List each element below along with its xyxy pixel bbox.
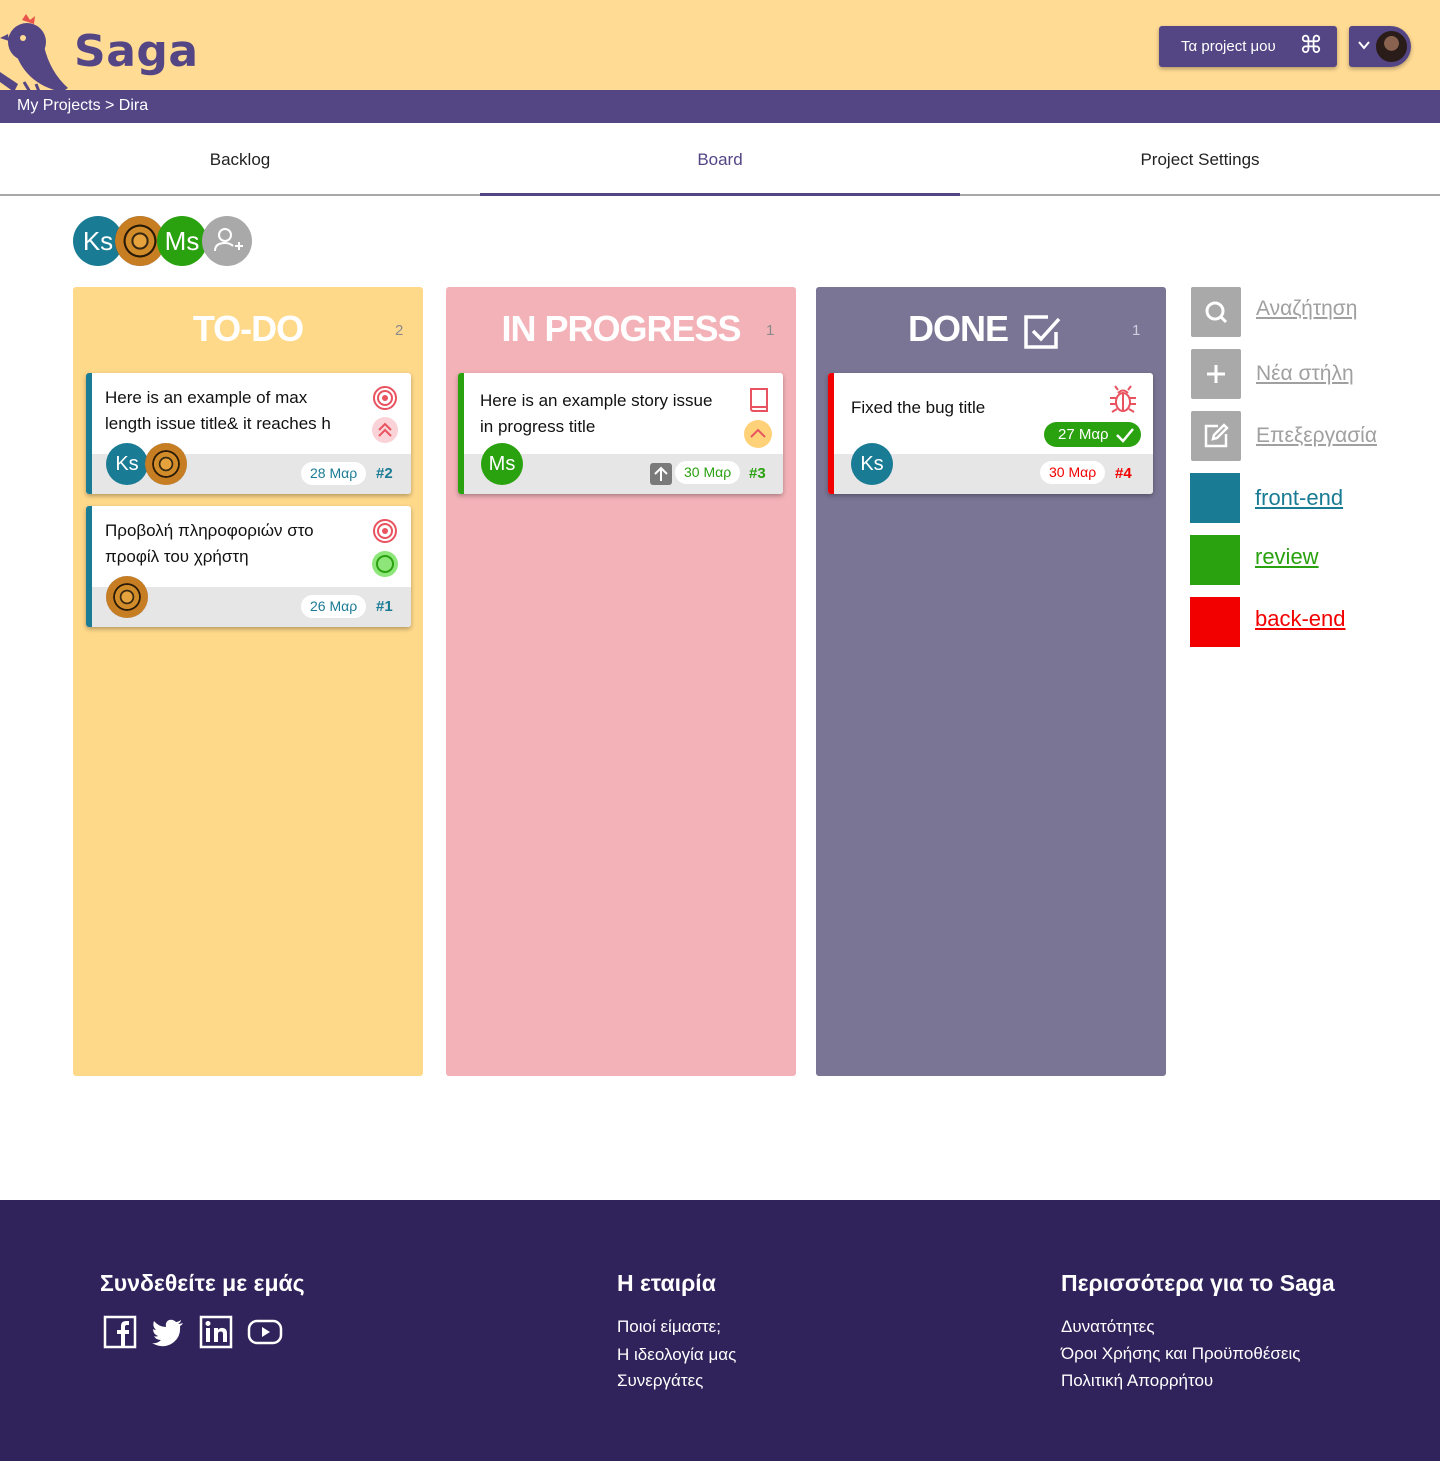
assignee-avatar-photo: [106, 576, 148, 618]
logo-text: Saga: [74, 26, 199, 77]
assignee-avatar-ms: Ms: [481, 443, 523, 485]
issue-number: #3: [749, 465, 766, 482]
issue-number: #4: [1115, 465, 1132, 482]
chevron-down-icon: [1358, 41, 1370, 50]
due-date-pill: 30 Μαρ: [675, 461, 741, 484]
column-title-done: DONE: [907, 308, 1009, 349]
project-tabs: Backlog Board Project Settings: [0, 123, 1440, 196]
column-count-in-progress: 1: [766, 322, 775, 339]
footer-link-privacy[interactable]: Πολιτική Απορρήτου: [1061, 1371, 1213, 1391]
add-user-icon: [214, 228, 243, 252]
label-swatch-back-end[interactable]: [1190, 597, 1240, 647]
plus-icon: [1207, 365, 1225, 383]
due-date-pill: 28 Μαρ: [301, 462, 367, 485]
footer-link-ideology[interactable]: Η ιδεολογία μας: [617, 1345, 736, 1365]
twitter-icon[interactable]: [151, 1315, 185, 1349]
priority-medium-icon: [372, 551, 398, 577]
edit-icon: [1204, 423, 1229, 448]
label-swatch-review[interactable]: [1190, 535, 1240, 585]
move-up-icon: [650, 463, 672, 485]
top-header: Saga Τα project μου ⌘: [0, 0, 1440, 95]
epic-target-icon: [373, 519, 397, 543]
completed-date: 27 Μαρ: [1058, 426, 1109, 443]
due-date-pill: 26 Μαρ: [301, 595, 367, 618]
issue-card-3[interactable]: Here is an example story issue in progre…: [458, 373, 783, 494]
column-title-todo: TO-DO: [192, 308, 304, 349]
new-column-button[interactable]: [1191, 349, 1241, 399]
saga-logo[interactable]: Saga: [0, 8, 200, 95]
priority-high-icon: [744, 420, 772, 448]
edit-button[interactable]: [1191, 411, 1241, 461]
youtube-icon[interactable]: [247, 1315, 283, 1349]
assignee-avatar-ks: Ks: [851, 443, 893, 485]
user-avatar: [1374, 29, 1409, 64]
my-projects-label: Τα project μου: [1181, 38, 1276, 55]
label-back-end[interactable]: back-end: [1255, 606, 1346, 632]
tab-project-settings[interactable]: Project Settings: [960, 123, 1440, 196]
command-icon: ⌘: [1299, 32, 1323, 59]
label-front-end[interactable]: front-end: [1255, 485, 1343, 511]
breadcrumb[interactable]: My Projects > Dira: [0, 90, 1440, 123]
issue-card-2[interactable]: Here is an example of max length issue t…: [86, 373, 411, 494]
footer-more-title: Περισσότερα για το Saga: [1061, 1270, 1335, 1296]
search-icon: [1205, 301, 1228, 324]
story-book-icon: [750, 388, 768, 412]
issue-title: Here is an example of max length issue t…: [105, 388, 331, 433]
assignee-avatar-ks: Ks: [106, 443, 148, 485]
label-review[interactable]: review: [1255, 544, 1319, 570]
priority-highest-icon: [372, 417, 398, 443]
add-member-button[interactable]: [202, 216, 252, 266]
my-projects-button[interactable]: Τα project μου ⌘: [1159, 26, 1337, 67]
label-swatch-front-end[interactable]: [1190, 473, 1240, 523]
footer-link-features[interactable]: Δυνατότητες: [1061, 1317, 1155, 1337]
tab-backlog[interactable]: Backlog: [0, 123, 480, 196]
facebook-icon[interactable]: [103, 1315, 137, 1349]
site-footer: Συνδεθείτε με εμάς Η εταιρία Ποιοί είμασ…: [0, 1200, 1440, 1461]
issue-number: #1: [376, 598, 393, 615]
completed-date-badge: 27 Μαρ: [1044, 422, 1141, 447]
search-button[interactable]: [1191, 287, 1241, 337]
user-menu-button[interactable]: [1349, 26, 1411, 67]
due-date-pill: 30 Μαρ: [1040, 461, 1106, 484]
column-count-done: 1: [1132, 322, 1141, 339]
issue-number: #2: [376, 465, 393, 482]
footer-link-about[interactable]: Ποιοί είμαστε;: [617, 1317, 721, 1337]
bug-icon: [1110, 385, 1136, 413]
footer-link-partners[interactable]: Συνεργάτες: [617, 1371, 703, 1391]
assignee-avatar-photo: [145, 443, 187, 485]
footer-connect-title: Συνδεθείτε με εμάς: [100, 1270, 305, 1296]
linkedin-icon[interactable]: [199, 1315, 233, 1349]
footer-company-title: Η εταιρία: [617, 1270, 716, 1296]
checkbox-checked-icon: [1024, 315, 1061, 349]
issue-title: Προβολή πληροφοριών στο προφίλ του χρήστ…: [105, 521, 314, 566]
issue-title: Fixed the bug title: [851, 398, 986, 417]
issue-card-1[interactable]: Προβολή πληροφοριών στο προφίλ του χρήστ…: [86, 506, 411, 627]
issue-card-4[interactable]: Fixed the bug title 27 Μαρ Ks 30 Μαρ #4: [828, 373, 1153, 494]
search-link[interactable]: Αναζήτηση: [1256, 297, 1357, 321]
tab-board[interactable]: Board: [480, 123, 960, 196]
issue-title: Here is an example story issue in progre…: [480, 391, 713, 436]
member-avatar-ms[interactable]: Ms: [157, 216, 207, 266]
epic-target-icon: [373, 386, 397, 410]
footer-link-terms[interactable]: Όροι Χρήσης και Προϋποθέσεις: [1061, 1344, 1300, 1364]
edit-link[interactable]: Επεξεργασία: [1256, 424, 1377, 448]
bird-logo-icon: [0, 14, 68, 95]
column-title-in-progress: IN PROGRESS: [501, 308, 741, 349]
new-column-link[interactable]: Νέα στήλη: [1256, 362, 1354, 386]
column-count-todo: 2: [395, 322, 404, 339]
check-icon: [1116, 428, 1134, 443]
